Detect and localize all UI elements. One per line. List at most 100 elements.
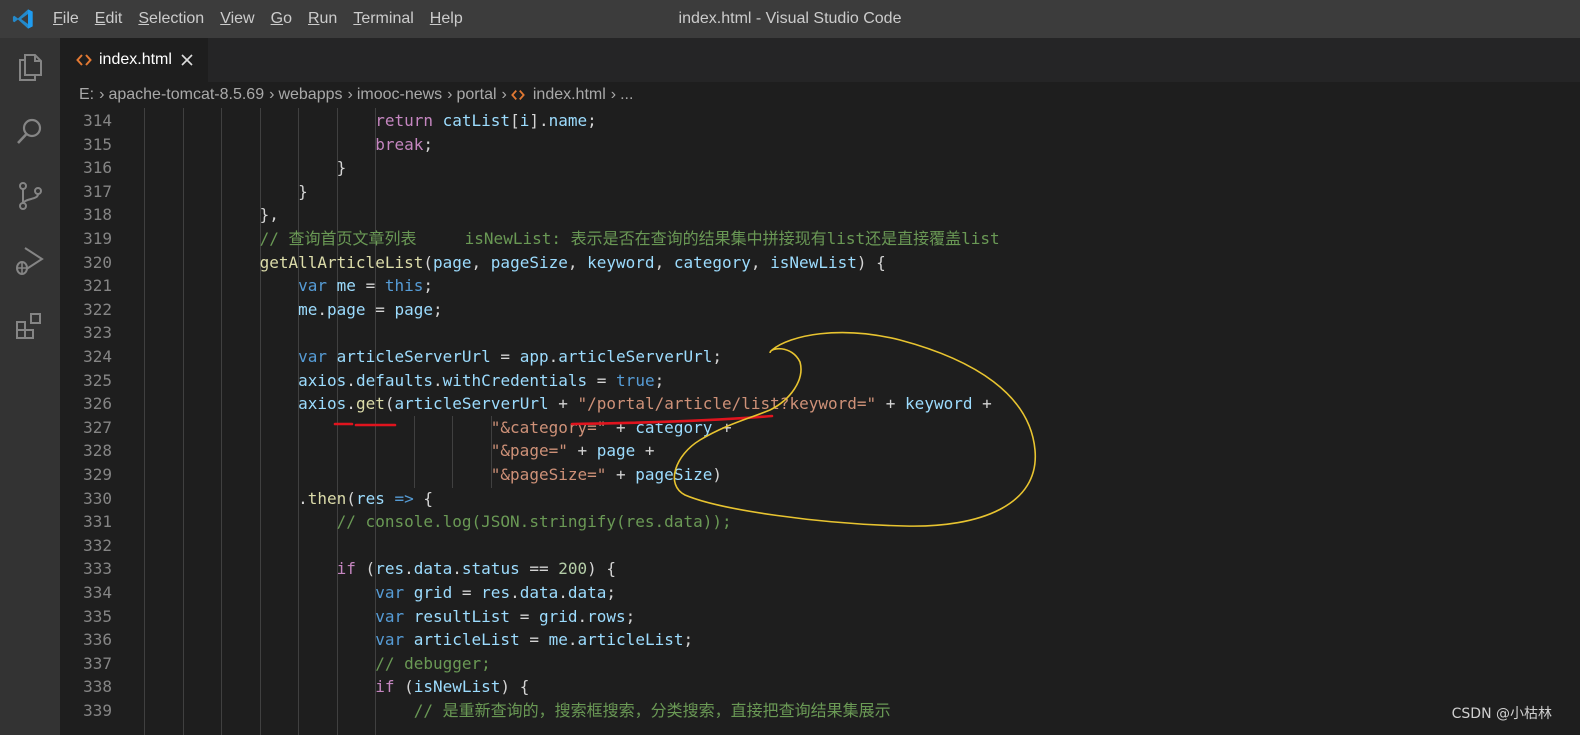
menu-item-file[interactable]: File [45,0,87,38]
code-token: resultList [413,606,511,626]
menu-bar: File Edit Selection View Go Run Terminal Help [45,0,471,38]
line-number: 315 [83,134,112,154]
breadcrumb-item[interactable]: index.html [533,86,606,104]
code-text: var grid = res.data.data; [144,581,616,605]
line-number: 328 [83,441,112,461]
code-token: isNewList [770,252,857,272]
code-token: me [298,299,318,319]
code-token: ( [355,559,376,579]
code-token: rows [587,606,626,626]
line-number: 332 [83,535,112,555]
code-token: + [876,394,906,414]
code-editor[interactable]: 314 return catList[i].name; 315 break; 316… [60,108,1580,735]
menu-item-run[interactable]: Run [300,0,345,38]
code-line: 316 } [60,156,1580,180]
search-icon[interactable] [14,115,46,147]
watermark: CSDN @小枯林 [1451,706,1552,722]
code-token: ( [346,488,356,508]
code-line: 339 // 是重新查询的，搜索框搜索，分类搜索，直接把查询结果集展示 [60,699,1580,723]
code-token: . [567,630,578,650]
menu-item-selection[interactable]: Selection [130,0,212,38]
code-token: { [413,488,434,508]
code-token: == [519,559,559,579]
code-token: var [375,630,405,650]
code-token: var [375,606,405,626]
run-debug-icon[interactable] [14,244,46,276]
code-token: // console.log(JSON.stringify(res.data))… [336,512,732,532]
code-token: = [510,606,539,626]
code-token: , [567,252,588,272]
code-line: 325 axios.defaults.withCredentials = tru… [60,369,1580,393]
html-file-icon [76,54,92,66]
code-line: 338 if (isNewList) { [60,675,1580,699]
code-token: category [673,252,751,272]
menu-item-edit[interactable]: Edit [87,0,131,38]
tab-index-html[interactable]: index.html [60,38,208,82]
code-token: . [144,488,308,508]
code-line: 337 // debugger; [60,652,1580,676]
code-text: .then(res => { [144,487,433,511]
code-token: defaults [355,370,433,390]
menu-item-go[interactable]: Go [263,0,300,38]
code-token: keyword [587,252,655,272]
close-icon[interactable] [181,54,193,66]
code-token: ) { [500,677,530,697]
code-text: } [144,156,347,180]
code-token: data [413,559,453,579]
code-token: category [635,417,713,437]
code-token: ) { [856,252,886,272]
code-text: return catList[i].name; [144,109,597,133]
code-token: status [461,559,520,579]
code-line: 335 var resultList = grid.rows; [60,605,1580,629]
files-icon[interactable] [14,51,46,83]
code-text: var me = this; [144,274,433,298]
code-token: get [355,394,385,414]
code-line: 318 }, [60,203,1580,227]
code-line: 326 axios.get(articleServerUrl + "/porta… [60,392,1580,416]
code-text: // 是重新查询的，搜索框搜索，分类搜索，直接把查询结果集展示 [144,699,891,723]
code-token: ( [394,677,414,697]
breadcrumb-item[interactable]: E: [79,86,94,104]
code-token: page [394,299,433,319]
chevron-right-icon: › [447,86,453,103]
code-token: ) { [587,559,617,579]
code-token: return [375,111,433,130]
html-file-icon [510,90,525,100]
line-number: 339 [83,701,112,720]
line-number: 324 [83,347,112,366]
menu-item-view[interactable]: View [212,0,262,38]
code-text: // debugger; [144,652,491,676]
code-text: axios.defaults.withCredentials = true; [144,369,664,393]
breadcrumb-item[interactable]: imooc-news [357,86,442,104]
activity-bar [0,38,60,735]
code-token: res [481,583,511,602]
code-line: 334 var grid = res.data.data; [60,581,1580,605]
menu-item-help[interactable]: Help [422,0,471,38]
breadcrumb-item[interactable]: ... [620,86,633,104]
source-control-icon[interactable] [14,180,46,212]
code-token: ; [683,630,694,650]
code-token: [ [510,111,520,130]
menu-item-terminal[interactable]: Terminal [345,0,421,38]
breadcrumb-item[interactable]: webapps [278,86,342,104]
line-number: 335 [83,606,112,626]
code-token: "/portal/article/list?keyword=" [577,394,877,414]
code-token: "&pageSize=" [490,465,607,484]
code-token: = [365,299,395,319]
code-token: pageSize [490,252,568,272]
code-token: // 是重新查询的，搜索框搜索，分类搜索，直接把查询结果集展示 [413,701,891,720]
line-number: 336 [83,630,112,650]
code-token: }, [144,205,279,225]
code-token: . [558,583,568,602]
extensions-icon[interactable] [14,310,46,342]
breadcrumb-item[interactable]: apache-tomcat-8.5.69 [108,86,264,104]
breadcrumb-item[interactable]: portal [457,86,497,104]
code-token: res [375,559,405,579]
